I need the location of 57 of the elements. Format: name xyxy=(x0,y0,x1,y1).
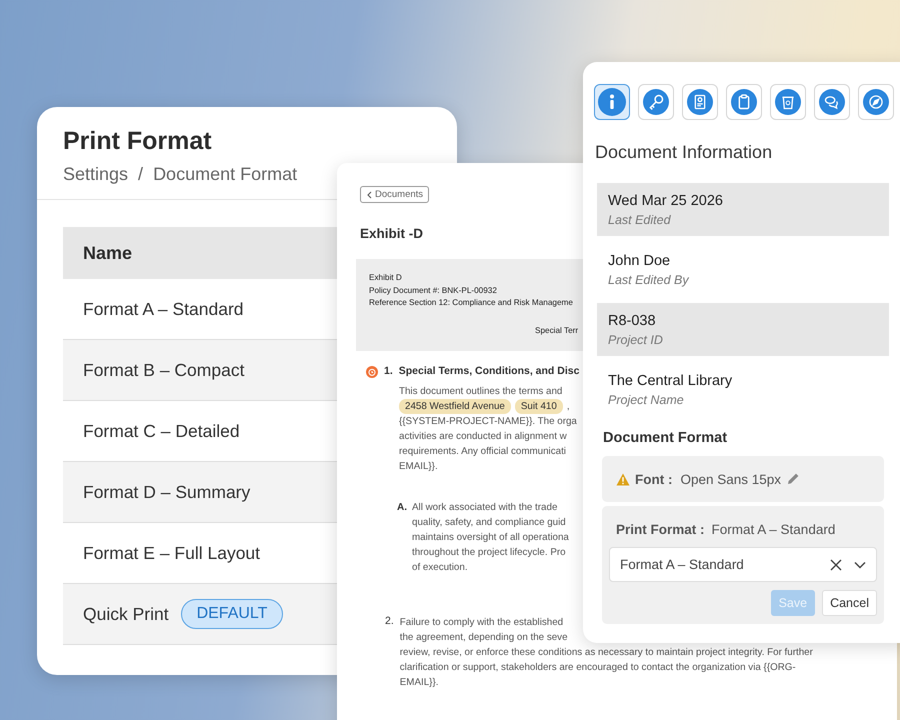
breadcrumb-link[interactable]: Settings xyxy=(63,164,128,185)
document-title: Exhibit -D xyxy=(360,226,424,241)
paragraph: All work associated with the trade quality, safety, and compliance guid maintains oversight of all operationa throughout the project lifecycle. Pro of execution. xyxy=(412,500,569,574)
header-line: Reference Section 12: Compliance and Risk Manageme xyxy=(369,297,573,309)
clipboard-icon xyxy=(731,89,757,115)
item-marker: A. xyxy=(397,500,407,514)
pencil-icon[interactable] xyxy=(786,472,800,486)
document-search-icon xyxy=(687,89,713,115)
format-select[interactable]: Format A – Standard xyxy=(609,547,877,582)
breadcrumb-separator: / xyxy=(138,164,144,185)
table-cell[interactable]: Format E – Full Layout xyxy=(83,542,260,564)
font-value: Open Sans 15px xyxy=(680,472,782,486)
section-number: 2. xyxy=(385,614,394,626)
alarm-clock-icon xyxy=(366,366,378,378)
font-label: Font : xyxy=(635,472,672,486)
default-badge: DEFAULT xyxy=(180,599,284,629)
print-format-value: Format A – Standard xyxy=(712,522,836,537)
info-tab[interactable] xyxy=(594,84,630,120)
cancel-button[interactable]: Cancel xyxy=(822,590,877,616)
breadcrumb-link[interactable]: Document Format xyxy=(153,164,298,185)
header-line: Policy Document #: BNK-PL-00932 xyxy=(369,284,497,297)
compass-icon xyxy=(863,89,889,115)
info-icon xyxy=(598,88,626,116)
chevron-left-icon xyxy=(366,190,372,198)
field-value: Wed Mar 25 2026 xyxy=(608,192,724,208)
chevron-down-icon[interactable] xyxy=(854,560,866,568)
clear-icon[interactable] xyxy=(830,558,842,570)
document-tab[interactable] xyxy=(682,84,718,120)
table-cell[interactable]: Format D – Summary xyxy=(83,482,250,502)
header-subtitle: Special Terr xyxy=(535,326,580,334)
table-cell[interactable]: Quick Print xyxy=(83,604,169,624)
field-label: Last Edited xyxy=(608,212,672,226)
section-heading: Special Terms, Conditions, and Disc xyxy=(398,364,580,376)
field-value: John Doe xyxy=(608,252,672,268)
recycle-bin-icon xyxy=(775,89,801,115)
clipboard-tab[interactable] xyxy=(726,84,762,120)
chat-bubbles-icon xyxy=(819,89,845,115)
field-label: Project Name xyxy=(608,392,685,406)
compass-tab[interactable] xyxy=(858,84,894,120)
print-format-label: Print Format : xyxy=(616,522,705,537)
paragraph: Failure to comply with the established the agreement, depending on the seve review, revise, or enforce these conditions as necessary to maintain project integrity. For further clarification or support, stakeholders are encouraged to contact the organization via {{ORG- EMAIL}}. xyxy=(400,616,813,690)
table-cell[interactable]: Format A – Standard xyxy=(83,298,244,320)
key-tab[interactable] xyxy=(638,84,674,120)
field-label: Project ID xyxy=(608,332,664,346)
page-title: Print Format xyxy=(63,127,213,156)
field-value: R8-038 xyxy=(608,312,657,328)
section-number: 1. xyxy=(384,364,393,376)
field-value: The Central Library xyxy=(608,372,734,388)
section-title: Document Format xyxy=(603,430,728,446)
chat-tab[interactable] xyxy=(814,84,850,120)
field-label: Last Edited By xyxy=(608,272,690,286)
key-icon xyxy=(643,89,669,115)
back-button[interactable]: Documents xyxy=(360,186,430,203)
table-cell[interactable]: Format C – Detailed xyxy=(83,420,240,442)
table-cell[interactable]: Format B – Compact xyxy=(83,360,244,380)
panel-title: Document Information xyxy=(595,142,774,163)
bin-tab[interactable] xyxy=(770,84,806,120)
